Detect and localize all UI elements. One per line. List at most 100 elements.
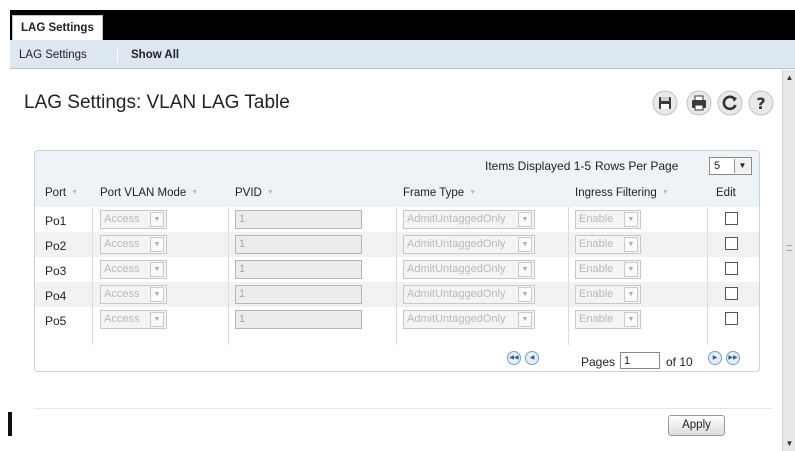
column-header-pvid[interactable]: PVID ▼ xyxy=(235,187,274,199)
ingress-filtering-select[interactable]: Enable ▼ xyxy=(575,285,641,304)
port-cell: Po3 xyxy=(45,264,67,278)
chevron-down-icon: ▼ xyxy=(150,312,164,327)
port-vlan-mode-select[interactable]: Access ▼ xyxy=(100,310,167,329)
ingress-filtering-select[interactable]: Enable ▼ xyxy=(575,210,641,229)
scroll-grip-icon[interactable] xyxy=(786,245,792,251)
frame-type-select[interactable]: AdmitUntaggedOnly ▼ xyxy=(403,235,535,254)
apply-button[interactable]: Apply xyxy=(668,415,725,436)
pvid-input[interactable]: 1 xyxy=(235,260,362,279)
next-page-icon[interactable]: ▶ xyxy=(708,351,722,365)
vlan-lag-table-panel: Items Displayed 1-5 Rows Per Page 5 ▼ Po… xyxy=(34,150,760,372)
scroll-up-icon[interactable]: ▲ xyxy=(784,72,795,83)
port-vlan-mode-select[interactable]: Access ▼ xyxy=(100,210,167,229)
sub-navigation: LAG Settings Show All xyxy=(10,40,795,69)
chevron-down-icon: ▼ xyxy=(518,287,532,302)
column-header-edit: Edit xyxy=(716,187,736,199)
chevron-down-icon: ▼ xyxy=(624,212,638,227)
sort-icon: ▼ xyxy=(191,189,199,197)
table-row: Po1 Access ▼ 1 AdmitUntaggedOnly ▼ Enable ▼ xyxy=(35,207,759,232)
rows-per-page-select[interactable]: 5 ▼ xyxy=(709,157,752,175)
frame-type-select[interactable]: AdmitUntaggedOnly ▼ xyxy=(403,210,535,229)
scroll-down-icon[interactable]: ▼ xyxy=(784,438,795,449)
refresh-icon[interactable] xyxy=(717,90,743,116)
print-icon[interactable] xyxy=(686,90,712,116)
ingress-filtering-select[interactable]: Enable ▼ xyxy=(575,310,641,329)
port-cell: Po5 xyxy=(45,314,67,328)
column-divider xyxy=(396,207,397,345)
edit-checkbox[interactable] xyxy=(725,212,738,225)
port-vlan-mode-select[interactable]: Access ▼ xyxy=(100,260,167,279)
column-header-port[interactable]: Port ▼ xyxy=(45,187,78,199)
chevron-down-icon: ▼ xyxy=(624,287,638,302)
save-icon[interactable] xyxy=(652,90,678,116)
left-edge-marker xyxy=(8,412,12,436)
subnav-show-all[interactable]: Show All xyxy=(131,49,179,61)
tab-lag-settings[interactable]: LAG Settings xyxy=(12,15,103,41)
column-divider xyxy=(228,207,229,345)
chevron-down-icon: ▼ xyxy=(150,212,164,227)
port-cell: Po1 xyxy=(45,214,67,228)
table-header-area: Items Displayed 1-5 Rows Per Page 5 ▼ Po… xyxy=(35,151,759,207)
pvid-input[interactable]: 1 xyxy=(235,310,362,329)
chevron-down-icon: ▼ xyxy=(624,262,638,277)
table-row: Po2 Access ▼ 1 AdmitUntaggedOnly ▼ Enable ▼ xyxy=(35,232,759,257)
column-divider xyxy=(707,207,708,345)
port-vlan-mode-select[interactable]: Access ▼ xyxy=(100,285,167,304)
ingress-filtering-select[interactable]: Enable ▼ xyxy=(575,260,641,279)
previous-page-icon[interactable]: ◀ xyxy=(525,351,539,365)
column-divider xyxy=(92,207,93,345)
sort-icon: ▼ xyxy=(469,189,477,197)
pvid-input[interactable]: 1 xyxy=(235,285,362,304)
frame-type-select[interactable]: AdmitUntaggedOnly ▼ xyxy=(403,260,535,279)
table-row: Po3 Access ▼ 1 AdmitUntaggedOnly ▼ Enable ▼ xyxy=(35,257,759,282)
column-header-ingress-filtering[interactable]: Ingress Filtering ▼ xyxy=(575,187,669,199)
top-nav-bar xyxy=(10,10,795,40)
rows-per-page-label: Rows Per Page xyxy=(595,159,679,173)
sort-icon: ▼ xyxy=(266,189,274,197)
page-number-input[interactable]: 1 xyxy=(620,352,660,369)
subnav-lag-settings[interactable]: LAG Settings xyxy=(19,49,87,61)
pvid-input[interactable]: 1 xyxy=(235,235,362,254)
footer-divider xyxy=(34,408,772,409)
chevron-down-icon: ▼ xyxy=(518,312,532,327)
chevron-down-icon: ▼ xyxy=(150,262,164,277)
help-icon[interactable]: ? xyxy=(748,90,774,116)
port-vlan-mode-select[interactable]: Access ▼ xyxy=(100,235,167,254)
page-title: LAG Settings: VLAN LAG Table xyxy=(24,92,290,113)
table-row: Po4 Access ▼ 1 AdmitUntaggedOnly ▼ Enable ▼ xyxy=(35,282,759,307)
frame-type-select[interactable]: AdmitUntaggedOnly ▼ xyxy=(403,285,535,304)
column-divider xyxy=(568,207,569,345)
chevron-down-icon: ▼ xyxy=(150,287,164,302)
rows-per-page-value: 5 xyxy=(714,160,721,172)
column-header-frame-type[interactable]: Frame Type ▼ xyxy=(403,187,476,199)
edit-checkbox[interactable] xyxy=(725,312,738,325)
port-cell: Po2 xyxy=(45,239,67,253)
last-page-icon[interactable]: ▶▶ xyxy=(726,351,740,365)
column-header-port-vlan-mode[interactable]: Port VLAN Mode ▼ xyxy=(100,187,198,199)
sort-icon: ▼ xyxy=(71,189,79,197)
chevron-down-icon: ▼ xyxy=(518,237,532,252)
edit-checkbox[interactable] xyxy=(725,262,738,275)
pages-label: Pages xyxy=(581,355,616,369)
edit-checkbox[interactable] xyxy=(725,287,738,300)
first-page-icon[interactable]: ◀◀ xyxy=(507,351,521,365)
svg-text:?: ? xyxy=(756,94,765,113)
total-pages-label: of 10 xyxy=(666,355,693,369)
pagination-bar: ◀◀ ◀ Pages 1 of 10 ▶ ▶▶ xyxy=(35,345,759,372)
chevron-down-icon: ▼ xyxy=(150,237,164,252)
edit-checkbox[interactable] xyxy=(725,237,738,250)
table-row: Po5 Access ▼ 1 AdmitUntaggedOnly ▼ Enable ▼ xyxy=(35,307,759,332)
chevron-down-icon[interactable]: ▼ xyxy=(734,159,750,173)
frame-type-select[interactable]: AdmitUntaggedOnly ▼ xyxy=(403,310,535,329)
sort-icon: ▼ xyxy=(661,189,669,197)
pvid-input[interactable]: 1 xyxy=(235,210,362,229)
subnav-divider xyxy=(117,48,118,62)
chevron-down-icon: ▼ xyxy=(518,212,532,227)
vertical-scrollbar[interactable]: ▲ ▼ xyxy=(782,70,795,451)
items-displayed: Items Displayed 1-5 xyxy=(485,159,592,173)
chevron-down-icon: ▼ xyxy=(624,237,638,252)
ingress-filtering-select[interactable]: Enable ▼ xyxy=(575,235,641,254)
chevron-down-icon: ▼ xyxy=(624,312,638,327)
chevron-down-icon: ▼ xyxy=(518,262,532,277)
port-cell: Po4 xyxy=(45,289,67,303)
